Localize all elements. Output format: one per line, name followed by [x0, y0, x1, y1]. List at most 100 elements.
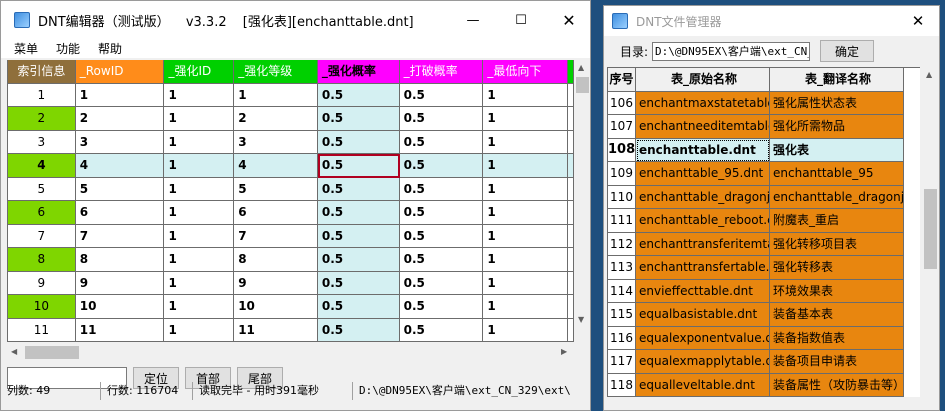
enchant-id-cell[interactable]: 1: [164, 177, 235, 201]
enchant-level-cell[interactable]: 8: [234, 248, 318, 272]
min-down-cell[interactable]: 1: [483, 271, 569, 295]
enchant-rate-cell[interactable]: 0.5: [317, 295, 400, 319]
list-item[interactable]: 115 equalbasistable.dnt 装备基本表: [608, 303, 920, 327]
grid-horizontal-scrollbar[interactable]: ◀ ▶: [7, 344, 574, 361]
file-number-cell[interactable]: 106: [608, 91, 636, 115]
break-rate-cell[interactable]: 0.5: [399, 154, 484, 178]
break-rate-cell[interactable]: 0.5: [399, 271, 484, 295]
file-number-cell[interactable]: 115: [608, 303, 636, 327]
break-rate-cell[interactable]: 0.5: [399, 318, 484, 342]
min-down-cell[interactable]: 1: [483, 318, 569, 342]
file-number-cell[interactable]: 107: [608, 115, 636, 139]
file-translated-name-cell[interactable]: 强化表: [770, 138, 904, 162]
horizontal-scroll-thumb[interactable]: [25, 346, 79, 359]
column-header-original-name[interactable]: 表_原始名称: [636, 68, 770, 92]
file-original-name-cell[interactable]: equalleveltable.dnt: [636, 373, 770, 397]
file-number-cell[interactable]: 109: [608, 162, 636, 186]
file-translated-name-cell[interactable]: 强化转移表: [770, 256, 904, 280]
column-header-number[interactable]: 序号: [608, 68, 636, 92]
table-row[interactable]: 2 2 1 2 0.5 0.5 1: [8, 107, 574, 131]
enchant-id-cell[interactable]: 1: [164, 295, 235, 319]
rowid-cell[interactable]: 3: [75, 130, 165, 154]
file-original-name-cell[interactable]: equalexponentvalue.d: [636, 326, 770, 350]
file-translated-name-cell[interactable]: 强化属性状态表: [770, 91, 904, 115]
rowid-cell[interactable]: 5: [75, 177, 165, 201]
table-row[interactable]: 10 10 1 10 0.5 0.5 1: [8, 295, 574, 319]
min-down-cell[interactable]: 1: [483, 154, 569, 178]
row-index-cell[interactable]: 9: [8, 271, 76, 295]
row-index-cell[interactable]: 10: [8, 295, 76, 319]
list-item[interactable]: 108 enchanttable.dnt 强化表: [608, 138, 920, 162]
close-icon[interactable]: ✕: [546, 1, 590, 39]
scroll-right-icon[interactable]: ▶: [561, 347, 567, 356]
min-down-cell[interactable]: 1: [483, 83, 569, 107]
min-down-cell[interactable]: 1: [483, 295, 569, 319]
directory-input[interactable]: D:\@DN95EX\客户端\ext_CN_3: [652, 41, 811, 61]
break-rate-cell[interactable]: 0.5: [399, 224, 484, 248]
file-translated-name-cell[interactable]: 装备指数值表: [770, 326, 904, 350]
file-original-name-cell[interactable]: enchanttransfertable.c: [636, 256, 770, 280]
enchant-rate-cell[interactable]: 0.5: [317, 130, 400, 154]
file-scroll-thumb[interactable]: [924, 189, 937, 269]
column-header-rowid[interactable]: _RowID: [75, 60, 165, 84]
scroll-up-icon[interactable]: ▲: [578, 63, 584, 72]
list-item[interactable]: 118 equalleveltable.dnt 装备属性（攻防暴击等）: [608, 373, 920, 397]
file-number-cell[interactable]: 118: [608, 373, 636, 397]
break-rate-cell[interactable]: 0.5: [399, 130, 484, 154]
column-header-break-rate[interactable]: _打破概率: [399, 60, 484, 84]
min-down-cell[interactable]: 1: [483, 224, 569, 248]
list-item[interactable]: 117 equalexmapplytable.d 装备项目申请表: [608, 350, 920, 374]
maximize-icon[interactable]: ☐: [498, 1, 544, 39]
file-scroll-up-icon[interactable]: ▲: [926, 70, 932, 79]
column-header-index[interactable]: 索引信息: [8, 60, 76, 84]
enchant-id-cell[interactable]: 1: [164, 248, 235, 272]
enchant-rate-cell[interactable]: 0.5: [317, 318, 400, 342]
enchant-rate-cell[interactable]: 0.5: [317, 154, 400, 178]
enchant-id-cell[interactable]: 1: [164, 318, 235, 342]
file-original-name-cell[interactable]: enchanttable.dnt: [636, 138, 770, 162]
enchant-rate-cell[interactable]: 0.5: [317, 248, 400, 272]
file-original-name-cell[interactable]: equalexmapplytable.d: [636, 350, 770, 374]
list-item[interactable]: 109 enchanttable_95.dnt enchanttable_95: [608, 162, 920, 186]
enchant-level-cell[interactable]: 9: [234, 271, 318, 295]
enchant-rate-cell[interactable]: 0.5: [317, 224, 400, 248]
rowid-cell[interactable]: 4: [75, 154, 165, 178]
data-grid[interactable]: 索引信息 _RowID _强化ID _强化等级 _强化概率 _打破概率 _最低向…: [7, 60, 574, 342]
min-down-cell[interactable]: 1: [483, 130, 569, 154]
scroll-left-icon[interactable]: ◀: [11, 347, 17, 356]
list-item[interactable]: 113 enchanttransfertable.c 强化转移表: [608, 256, 920, 280]
enchant-level-cell[interactable]: 2: [234, 107, 318, 131]
rowid-cell[interactable]: 7: [75, 224, 165, 248]
enchant-rate-cell[interactable]: 0.5: [317, 271, 400, 295]
row-index-cell[interactable]: 2: [8, 107, 76, 131]
file-original-name-cell[interactable]: equalbasistable.dnt: [636, 303, 770, 327]
table-row[interactable]: 9 9 1 9 0.5 0.5 1: [8, 271, 574, 295]
file-number-cell[interactable]: 110: [608, 185, 636, 209]
file-original-name-cell[interactable]: enchanttable_95.dnt: [636, 162, 770, 186]
enchant-id-cell[interactable]: 1: [164, 224, 235, 248]
rowid-cell[interactable]: 1: [75, 83, 165, 107]
enchant-level-cell[interactable]: 6: [234, 201, 318, 225]
file-translated-name-cell[interactable]: 强化所需物品: [770, 115, 904, 139]
rowid-cell[interactable]: 8: [75, 248, 165, 272]
file-translated-name-cell[interactable]: 附魔表_重启: [770, 209, 904, 233]
file-translated-name-cell[interactable]: 装备属性（攻防暴击等）: [770, 373, 904, 397]
enchant-level-cell[interactable]: 4: [234, 154, 318, 178]
break-rate-cell[interactable]: 0.5: [399, 177, 484, 201]
row-index-cell[interactable]: 8: [8, 248, 76, 272]
enchant-level-cell[interactable]: 11: [234, 318, 318, 342]
enchant-id-cell[interactable]: 1: [164, 154, 235, 178]
enchant-rate-cell[interactable]: 0.5: [317, 177, 400, 201]
enchant-id-cell[interactable]: 1: [164, 83, 235, 107]
file-number-cell[interactable]: 112: [608, 232, 636, 256]
file-number-cell[interactable]: 116: [608, 326, 636, 350]
row-index-cell[interactable]: 3: [8, 130, 76, 154]
manager-titlebar[interactable]: DNT文件管理器 ✕: [604, 6, 939, 36]
table-row[interactable]: 6 6 1 6 0.5 0.5 1: [8, 201, 574, 225]
file-number-cell[interactable]: 108: [608, 138, 636, 162]
column-header-min-down[interactable]: _最低向下: [483, 60, 569, 84]
enchant-rate-cell[interactable]: 0.5: [317, 107, 400, 131]
table-row[interactable]: 7 7 1 7 0.5 0.5 1: [8, 224, 574, 248]
row-index-cell[interactable]: 7: [8, 224, 76, 248]
file-translated-name-cell[interactable]: enchanttable_dragonje: [770, 185, 904, 209]
